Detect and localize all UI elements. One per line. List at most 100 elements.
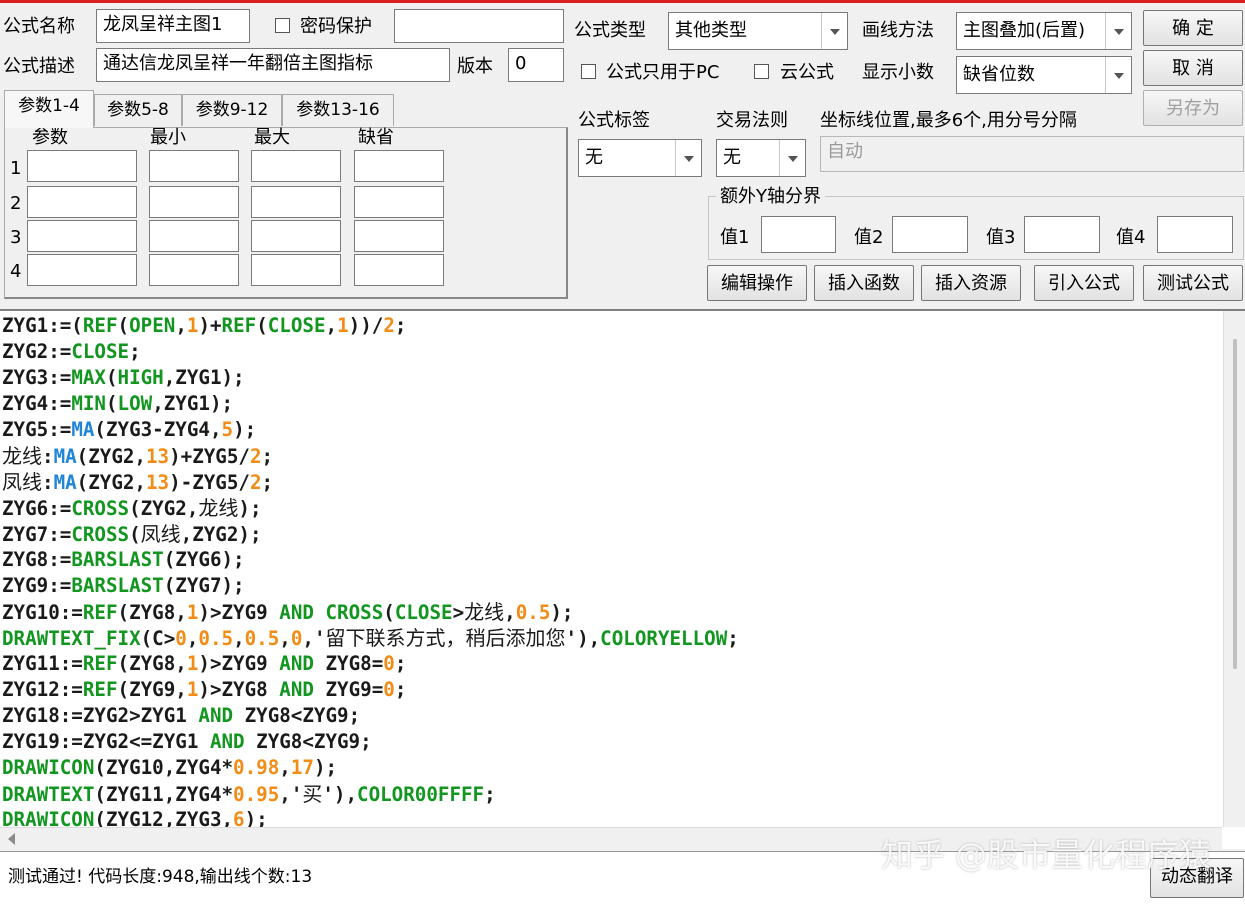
coord-line-input[interactable]: 自动 [820, 136, 1244, 172]
param-1-min-input[interactable] [149, 150, 239, 182]
code-line[interactable]: ZYG12:=REF(ZYG9,1)>ZYG8 AND ZYG9=0; [2, 677, 1220, 703]
param-4-name-input[interactable] [27, 254, 137, 286]
insert-function-button[interactable]: 插入函数 [814, 265, 914, 301]
chevron-down-icon[interactable] [675, 140, 701, 176]
code-token: )+ [198, 314, 222, 337]
vertical-scrollbar[interactable] [1223, 311, 1245, 827]
tab-params-9-12[interactable]: 参数9-12 [182, 94, 282, 126]
code-editor[interactable]: ZYG1:=(REF(OPEN,1)+REF(CLOSE,1))/2; ZYG2:… [0, 309, 1245, 849]
param-2-default-input[interactable] [354, 186, 444, 218]
param-1-default-input[interactable] [354, 150, 444, 182]
param-2-name-input[interactable] [27, 186, 137, 218]
y-value-3-input[interactable] [1024, 216, 1100, 253]
code-token: , [279, 756, 291, 779]
code-token: REF [221, 314, 257, 337]
cloud-formula-checkbox[interactable] [754, 64, 769, 79]
import-formula-button[interactable]: 引入公式 [1034, 265, 1134, 301]
code-line[interactable]: ZYG2:=CLOSE; [2, 339, 1220, 365]
formula-name-input[interactable]: 龙凤呈祥主图1 [96, 9, 250, 43]
code-line[interactable]: DRAWTEXT(ZYG11,ZYG4*0.95,'买'),COLOR00FFF… [2, 781, 1220, 807]
code-line[interactable]: DRAWTEXT_FIX(C>0,0.5,0.5,0,'留下联系方式，稍后添加您… [2, 625, 1220, 651]
code-line[interactable]: ZYG9:=BARSLAST(ZYG7); [2, 573, 1220, 599]
code-token: 17 [290, 756, 314, 779]
pc-only-checkbox[interactable] [581, 64, 596, 79]
param-2-max-input[interactable] [251, 186, 341, 218]
param-1-max-input[interactable] [251, 150, 341, 182]
code-line[interactable]: ZYG10:=REF(ZYG8,1)>ZYG9 AND CROSS(CLOSE>… [2, 599, 1220, 625]
code-token: DRAWICON [2, 808, 95, 827]
code-line[interactable]: DRAWICON(ZYG10,ZYG4*0.98,17); [2, 755, 1220, 781]
tab-params-13-16[interactable]: 参数13-16 [282, 94, 394, 126]
param-2-min-input[interactable] [149, 186, 239, 218]
trade-rule-select[interactable]: 无 [716, 139, 806, 177]
code-line[interactable]: ZYG6:=CROSS(ZYG2,龙线); [2, 495, 1220, 521]
code-token: ); [244, 808, 268, 827]
param-row-number: 4 [10, 261, 22, 282]
code-token: (ZYG9, [117, 678, 187, 701]
save-as-button[interactable]: 另存为 [1143, 90, 1243, 126]
y-value-2-input[interactable] [892, 216, 968, 253]
scroll-left-arrow-icon[interactable] [8, 833, 15, 845]
code-token: ; [394, 314, 407, 337]
param-3-default-input[interactable] [354, 220, 444, 252]
ok-button[interactable]: 确 定 [1143, 10, 1243, 46]
formula-tag-select[interactable]: 无 [578, 139, 702, 177]
edit-ops-button[interactable]: 编辑操作 [707, 265, 807, 301]
code-token: 13 [145, 471, 170, 494]
password-protect-checkbox[interactable] [275, 18, 290, 33]
chevron-down-icon[interactable] [1105, 13, 1131, 49]
chevron-down-icon[interactable] [779, 140, 805, 176]
code-line[interactable]: ZYG8:=BARSLAST(ZYG6); [2, 547, 1220, 573]
code-line[interactable]: ZYG5:=MA(ZYG3-ZYG4,5); [2, 417, 1220, 443]
code-line[interactable]: DRAWICON(ZYG12,ZYG3,6); [2, 807, 1220, 827]
code-token: AND [279, 678, 314, 701]
code-text-area[interactable]: ZYG1:=(REF(OPEN,1)+REF(CLOSE,1))/2; ZYG2:… [2, 313, 1220, 827]
code-token: ); [550, 601, 574, 624]
chevron-down-icon[interactable] [821, 13, 847, 49]
code-token: 凤线 [2, 470, 42, 494]
param-3-name-input[interactable] [27, 220, 137, 252]
vertical-scroll-thumb[interactable] [1233, 339, 1237, 669]
chevron-down-icon[interactable] [1105, 57, 1131, 93]
code-line[interactable]: 龙线:MA(ZYG2,13)+ZYG5/2; [2, 443, 1220, 469]
password-input[interactable] [394, 9, 564, 43]
test-formula-button[interactable]: 测试公式 [1143, 265, 1243, 301]
param-row-number: 1 [10, 158, 22, 179]
tab-params-1-4[interactable]: 参数1-4 [4, 90, 94, 128]
code-token: 0 [175, 627, 187, 650]
code-line[interactable]: ZYG7:=CROSS(凤线,ZYG2); [2, 521, 1220, 547]
param-3-max-input[interactable] [251, 220, 341, 252]
param-3-min-input[interactable] [149, 220, 239, 252]
tab-params-5-8[interactable]: 参数5-8 [94, 94, 182, 126]
code-token: ZYG8<ZYG9; [244, 730, 372, 753]
param-4-default-input[interactable] [354, 254, 444, 286]
param-4-min-input[interactable] [149, 254, 239, 286]
y-value-4-input[interactable] [1157, 216, 1233, 253]
code-token: 0 [290, 627, 303, 650]
code-token: ; [261, 445, 274, 468]
formula-type-select[interactable]: 其他类型 [668, 12, 848, 50]
code-line[interactable]: ZYG1:=(REF(OPEN,1)+REF(CLOSE,1))/2; [2, 313, 1220, 339]
code-line[interactable]: ZYG4:=MIN(LOW,ZYG1); [2, 391, 1220, 417]
code-line[interactable]: ZYG11:=REF(ZYG8,1)>ZYG9 AND ZYG8=0; [2, 651, 1220, 677]
code-line[interactable]: ZYG18:=ZYG2>ZYG1 AND ZYG8<ZYG9; [2, 703, 1220, 729]
test-formula-button-label: 测试公式 [1157, 273, 1229, 294]
version-input[interactable]: 0 [508, 48, 564, 82]
formula-desc-input[interactable]: 通达信龙凤呈祥一年翻倍主图指标 [96, 48, 450, 82]
code-token: )-ZYG5/ [169, 471, 250, 494]
code-token: 13 [145, 445, 170, 468]
code-token: ,ZYG1); [163, 366, 245, 389]
cancel-button[interactable]: 取 消 [1143, 50, 1243, 86]
y-value-1-input[interactable] [761, 216, 836, 253]
code-line[interactable]: ZYG19:=ZYG2<=ZYG1 AND ZYG8<ZYG9; [2, 729, 1220, 755]
code-token: , [279, 627, 291, 650]
draw-method-select[interactable]: 主图叠加(后置) [956, 12, 1132, 50]
param-1-name-input[interactable] [27, 150, 137, 182]
code-line[interactable]: 凤线:MA(ZYG2,13)-ZYG5/2; [2, 469, 1220, 495]
decimals-select[interactable]: 缺省位数 [956, 56, 1132, 94]
param-4-max-input[interactable] [251, 254, 341, 286]
code-line[interactable]: ZYG3:=MAX(HIGH,ZYG1); [2, 365, 1220, 391]
insert-resource-button[interactable]: 插入资源 [921, 265, 1021, 301]
code-token: (ZYG8, [117, 652, 187, 675]
code-token: 1 [186, 314, 199, 337]
